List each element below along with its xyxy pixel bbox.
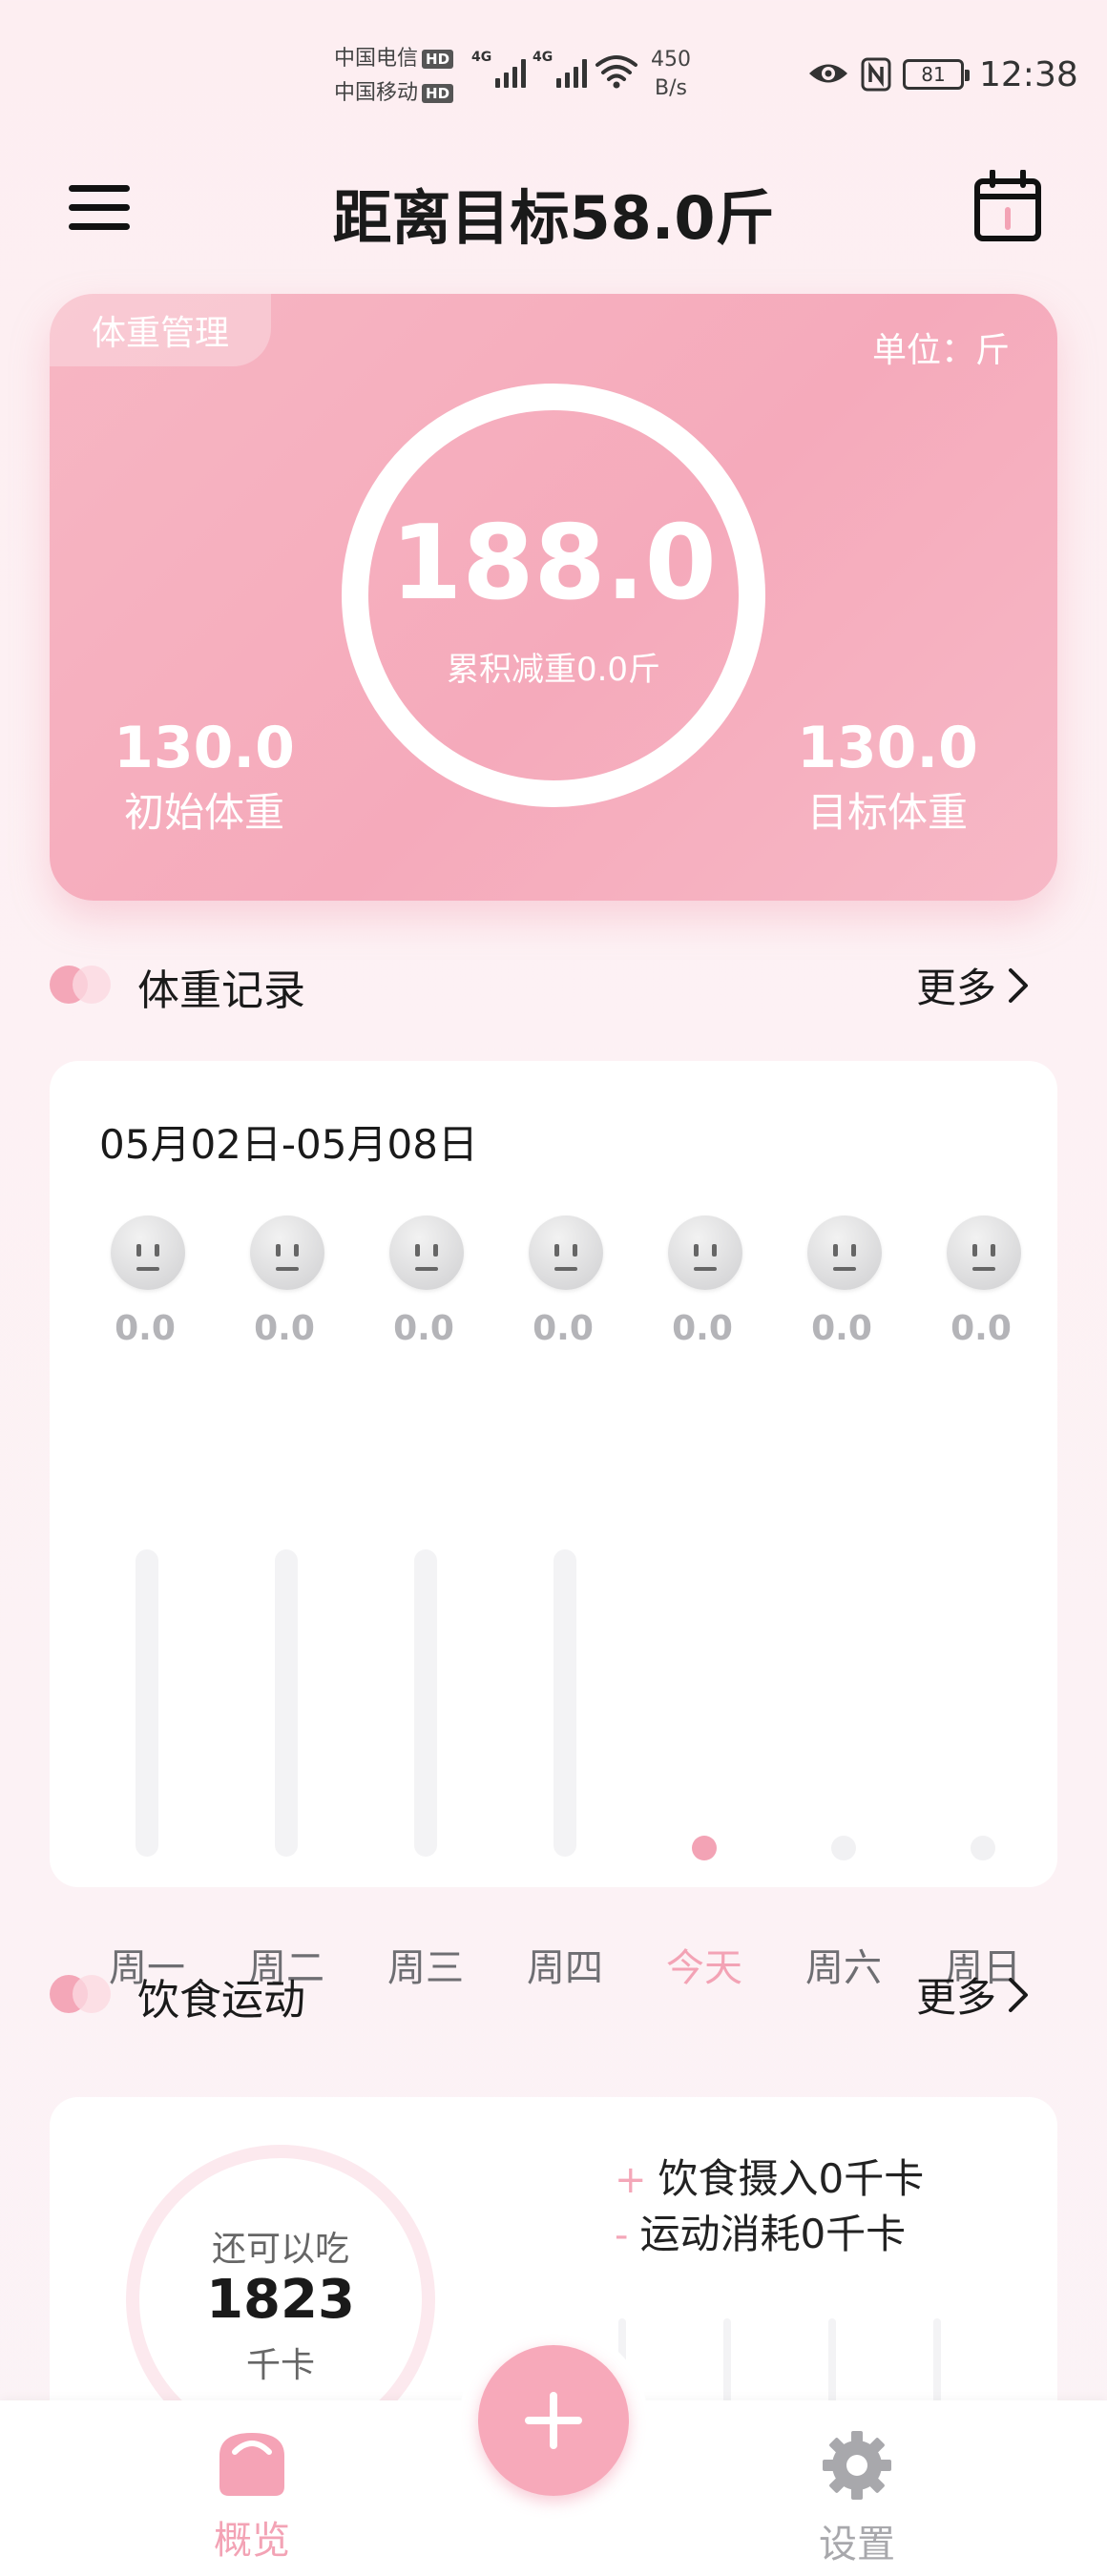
- day-weight-value: 0.0: [811, 1309, 872, 1348]
- weight-record-title: 体重记录: [137, 966, 305, 1015]
- nav-overview[interactable]: 概览: [176, 2427, 328, 2565]
- page-title: 距离目标58.0斤: [332, 183, 775, 253]
- battery-level: 81: [921, 63, 946, 86]
- gear-icon: [823, 2431, 891, 2500]
- carrier-2: 中国移动: [334, 81, 419, 105]
- day-bar-track: [414, 1549, 437, 1857]
- calendar-icon: [974, 170, 1041, 241]
- chevron-right-icon: [1009, 1977, 1028, 2012]
- wifi-icon: [595, 55, 637, 89]
- nav-settings[interactable]: 设置: [781, 2427, 933, 2568]
- weight-management-tag: 体重管理: [50, 294, 271, 366]
- remaining-kcal: 1823: [206, 2269, 355, 2331]
- weight-lost-text: 累积减重0.0斤: [446, 651, 661, 689]
- hd-badge-1: HD: [422, 50, 454, 69]
- mood-face-icon: [389, 1215, 464, 1290]
- speed-value: 450: [651, 48, 691, 72]
- burn-line: - 运动消耗0千卡: [615, 2202, 906, 2260]
- chevron-right-icon: [1009, 967, 1028, 1003]
- carrier-1: 中国电信: [334, 47, 419, 71]
- initial-weight-label: 初始体重: [123, 789, 284, 836]
- remaining-label: 还可以吃: [211, 2230, 349, 2269]
- day-weight-value: 0.0: [950, 1309, 1012, 1348]
- more-label: 更多: [915, 1974, 996, 2021]
- section-dot-icon: [50, 1975, 113, 2013]
- more-label: 更多: [915, 965, 996, 1011]
- today-dot: [692, 1836, 717, 1860]
- intake-line: + 饮食摄入0千卡: [615, 2147, 924, 2205]
- diet-exercise-header: 饮食运动 更多: [50, 1960, 1057, 2028]
- clock: 12:38: [979, 55, 1078, 94]
- day-weight-value: 0.0: [254, 1309, 315, 1348]
- target-weight-label: 目标体重: [806, 789, 968, 836]
- plus-sign: +: [615, 2158, 647, 2202]
- mood-face-icon: [111, 1215, 185, 1290]
- initial-weight-value: 130.0: [114, 715, 295, 781]
- carrier-info: 中国电信 HD 中国移动 HD: [334, 42, 454, 111]
- network-type-2: 4G: [533, 50, 554, 65]
- mood-face-icon: [947, 1215, 1021, 1290]
- day-bar-track: [275, 1549, 298, 1857]
- mood-face-icon: [250, 1215, 324, 1290]
- add-button[interactable]: [478, 2345, 629, 2496]
- day-weight-value: 0.0: [533, 1309, 594, 1348]
- weight-record-header: 体重记录 更多: [50, 950, 1057, 1019]
- target-weight-value: 130.0: [797, 715, 978, 781]
- week-range: 05月02日-05月08日: [99, 1121, 478, 1168]
- day-dot: [971, 1836, 995, 1860]
- intake-text: 饮食摄入0千卡: [658, 2155, 925, 2202]
- mood-face-icon: [529, 1215, 603, 1290]
- nav-settings-label: 设置: [819, 2523, 895, 2566]
- day-dot: [831, 1836, 856, 1860]
- battery-icon: 81: [903, 59, 970, 90]
- day-weight-value: 0.0: [672, 1309, 733, 1348]
- current-weight: 188.0: [390, 504, 717, 623]
- mood-face-icon: [807, 1215, 882, 1290]
- nfc-icon: [861, 57, 891, 92]
- day-bar-track: [554, 1549, 576, 1857]
- weight-record-more-button[interactable]: 更多: [916, 956, 1029, 1014]
- day-weight-value: 0.0: [393, 1309, 454, 1348]
- day-bar-track: [136, 1549, 158, 1857]
- minus-sign: -: [615, 2213, 629, 2257]
- scale-icon: [219, 2433, 284, 2496]
- burn-text: 运动消耗0千卡: [639, 2211, 907, 2257]
- day-weight-value: 0.0: [115, 1309, 176, 1348]
- signal-1-icon: 4G: [471, 50, 527, 88]
- initial-weight-block: 130.0 初始体重: [80, 714, 328, 843]
- mood-face-icon: [668, 1215, 742, 1290]
- nav-overview-label: 概览: [214, 2519, 290, 2563]
- eye-comfort-icon: [809, 64, 847, 83]
- diet-exercise-title: 饮食运动: [137, 1976, 305, 2025]
- network-type-1: 4G: [471, 50, 492, 65]
- hd-badge-2: HD: [422, 84, 454, 103]
- remaining-unit: 千卡: [245, 2346, 315, 2385]
- network-speed: 450 B/s: [651, 46, 691, 103]
- unit-label: 单位：斤: [871, 331, 1010, 370]
- speed-unit: B/s: [655, 76, 687, 100]
- status-bar: 中国电信 HD 中国移动 HD 4G 4G 450 B/s 81 12:38: [0, 0, 1107, 143]
- target-weight-block: 130.0 目标体重: [763, 714, 1012, 843]
- weight-summary-card[interactable]: 体重管理 单位：斤 188.0 累积减重0.0斤 130.0 初始体重 130.…: [50, 294, 1057, 901]
- section-dot-icon: [50, 966, 113, 1004]
- weight-record-card: 05月02日-05月08日 0.0 周一 0.0 周二 0.0 周三 0.0 周四 0.0 今天 0…: [50, 1061, 1057, 1990]
- diet-exercise-more-button[interactable]: 更多: [916, 1965, 1029, 2024]
- signal-2-icon: 4G: [533, 50, 588, 88]
- calendar-button[interactable]: [973, 170, 1042, 242]
